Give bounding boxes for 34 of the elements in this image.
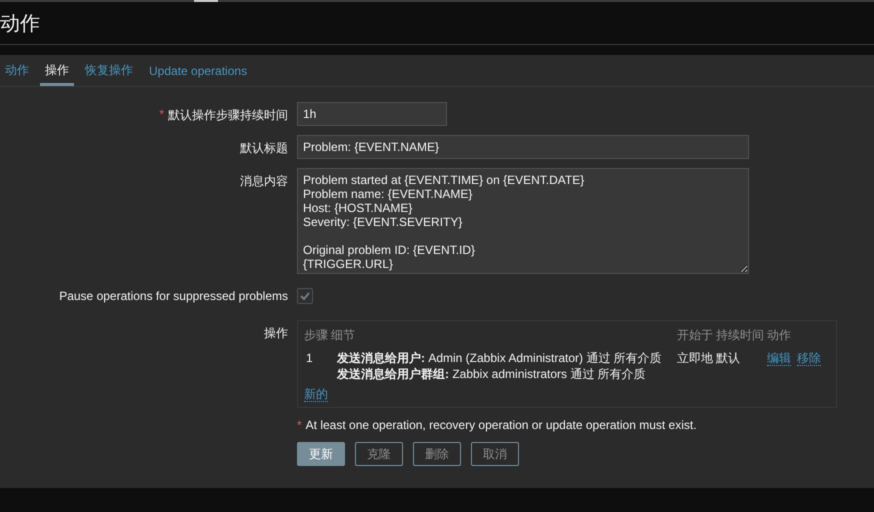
action-link[interactable]: 编辑 [767,351,791,366]
tab[interactable]: 动作 [0,55,34,86]
field-label: 默认标题 [240,140,288,157]
tab[interactable]: Update operations [144,55,252,86]
step-cell-text: 1 [305,350,314,367]
form-button[interactable]: 更新 [297,442,345,466]
form-button[interactable]: 取消 [471,442,519,466]
duration-field[interactable]: 1h [297,102,447,126]
form-button[interactable]: 删除 [413,442,461,466]
column-header: 细节 [331,325,677,348]
column-header: 动作 [767,327,792,344]
action-link[interactable]: 移除 [797,351,821,366]
page-title: 动作 [0,12,40,36]
new-link[interactable]: 新的 [304,387,328,402]
operation-detail: 发送消息给用户群组: Zabbix administrators 通过 所有介质 [337,366,647,382]
form-button[interactable]: 克隆 [355,442,403,466]
duration-cell: 默认 [716,348,767,386]
field-label: Pause operations for suppressed problems [59,289,288,303]
subject-field[interactable]: Problem: {EVENT.NAME} [297,135,749,159]
check-icon [300,292,310,300]
column-header: 持续时间 [716,325,767,348]
required-mark: * [159,107,164,121]
column-header: 步骤 [304,325,331,348]
column-header: 开始于 [677,325,716,348]
field-label: 操作 [264,325,288,342]
required-note: * At least one operation, recovery operation or update operation must exist. [297,418,698,432]
tab[interactable]: 恢复操作 [80,55,138,86]
operation-detail: 发送消息给用户: Admin (Zabbix Administrator) 通过 所有介质 [337,350,663,366]
field-label: 默认操作步骤持续时间 [168,107,288,124]
start-cell: 立即地 [677,348,716,386]
tab[interactable]: 操作 [40,55,74,86]
message-field[interactable]: Problem started at {EVENT.TIME} on {EVENT.DATE} Problem name: {EVENT.NAME} Host: {HOST.NAME} Severity: {EVENT.SEVERITY} Original problem ID: {EVENT.ID} {TRIGGER.URL} [297,168,749,274]
field-label: 消息内容 [240,173,288,190]
strip-indicator [194,0,218,2]
